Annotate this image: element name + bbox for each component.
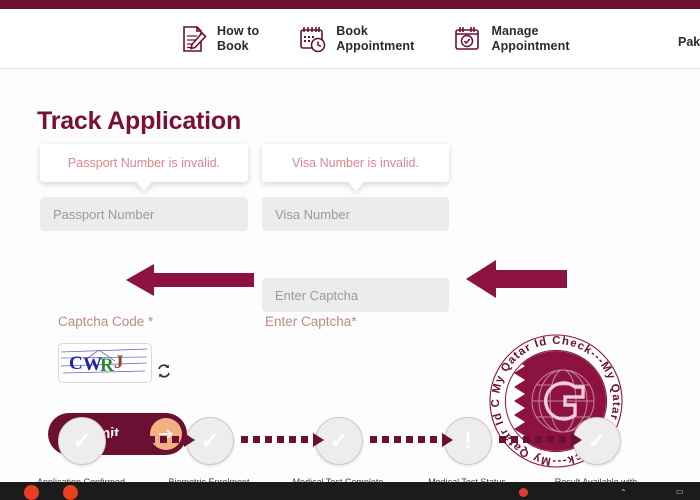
visa-error-text: Visa Number is invalid.: [292, 156, 419, 170]
left-arrow-annotation-passport: [126, 264, 254, 296]
passport-error-text: Passport Number is invalid.: [67, 156, 221, 170]
calendar-check-icon: [452, 24, 482, 54]
visa-number-input[interactable]: Visa Number: [262, 197, 449, 231]
step-4-glyph: !: [464, 428, 472, 453]
connector-2-3: [241, 432, 324, 447]
site-header: How to Book Book Appointment Manage Appo…: [0, 9, 700, 68]
page-title: Track Application: [37, 107, 242, 135]
top-brand-strip: [0, 0, 700, 9]
passport-placeholder: Passport Number: [53, 206, 155, 222]
connector-1-2: [112, 432, 195, 447]
taskbar-app-icon-1[interactable]: [24, 485, 39, 500]
connector-3-4: [370, 432, 453, 447]
step-5-glyph: ✓: [587, 428, 607, 453]
nav-line-2: Book: [217, 38, 249, 53]
taskbar-app-icon-2[interactable]: [63, 485, 78, 500]
enter-captcha-placeholder: Enter Captcha: [275, 287, 359, 303]
visa-placeholder: Visa Number: [275, 206, 350, 222]
os-taskbar[interactable]: ⌃ ▭: [0, 482, 700, 500]
arrow-right-icon: [150, 418, 182, 450]
step-1[interactable]: ✓: [58, 417, 106, 465]
taskbar-clock-icon[interactable]: ▭: [676, 487, 684, 496]
nav-line-1: How to: [217, 24, 260, 38]
passport-number-input[interactable]: Passport Number: [40, 197, 248, 231]
document-pencil-icon: [178, 24, 208, 54]
connector-4-5: [499, 432, 582, 447]
nav-line-2: Appointment: [491, 38, 570, 53]
nav-item-partial-right[interactable]: Pak: [678, 35, 700, 49]
taskbar-tray-icon[interactable]: ⌃: [620, 488, 627, 497]
calendar-clock-icon: [297, 24, 327, 54]
passport-error-tooltip: Passport Number is invalid.: [40, 144, 248, 182]
nav-item-how-to-book[interactable]: How to Book: [178, 24, 259, 54]
header-nav: How to Book Book Appointment Manage Appo…: [178, 24, 570, 54]
nav-label-manage-appointment: Manage Appointment: [491, 24, 569, 53]
enter-captcha-label: Enter Captcha*: [265, 314, 357, 329]
step-1-glyph: ✓: [72, 428, 92, 453]
nav-line-1: Manage: [491, 24, 539, 38]
notification-badge[interactable]: [519, 488, 528, 497]
nav-item-manage-appointment[interactable]: Manage Appointment: [452, 24, 570, 54]
progress-stepper: ✓ ✓ ✓ ! ✓: [0, 340, 700, 465]
captcha-code-label: Captcha Code *: [58, 314, 154, 329]
left-arrow-annotation-visa: [466, 260, 567, 298]
visa-error-tooltip: Visa Number is invalid.: [262, 144, 449, 182]
nav-label-book-appointment: Book Appointment: [336, 24, 414, 53]
step-2-glyph: ✓: [200, 428, 220, 453]
nav-label-how-to-book: How to Book: [217, 24, 259, 53]
app-page: How to Book Book Appointment Manage Appo…: [0, 0, 700, 500]
nav-item-book-appointment[interactable]: Book Appointment: [297, 24, 414, 54]
enter-captcha-input[interactable]: Enter Captcha: [262, 278, 449, 312]
nav-line-1: Book: [336, 24, 368, 38]
nav-line-2: Appointment: [336, 38, 415, 53]
step-3-glyph: ✓: [329, 428, 349, 453]
